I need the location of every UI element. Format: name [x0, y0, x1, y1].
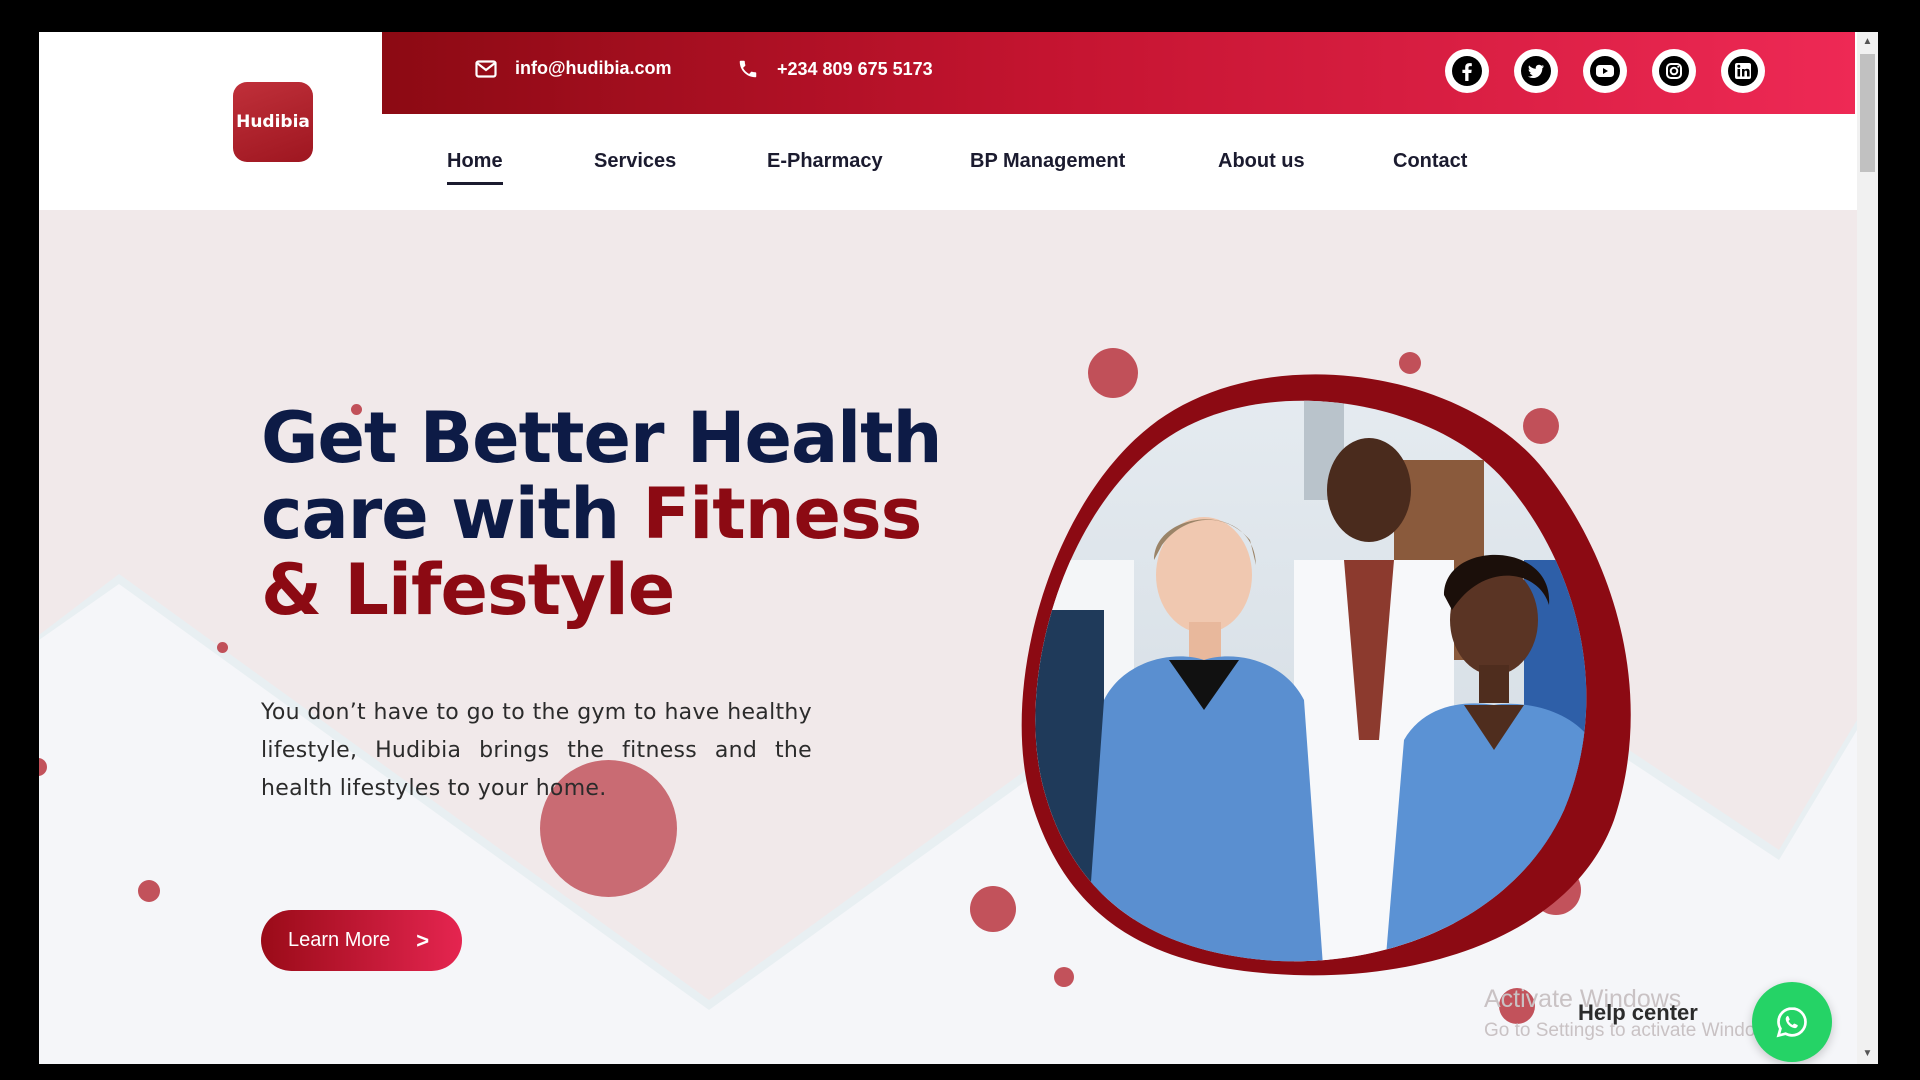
phone-text: +234 809 675 5173 [777, 58, 933, 79]
youtube-link[interactable] [1583, 49, 1627, 93]
linkedin-icon [1728, 56, 1758, 86]
browser-viewport: Hudibia info@hudibia.com +234 809 675 51… [39, 32, 1878, 1064]
decor-dot [138, 880, 160, 902]
phone-icon [739, 60, 757, 78]
whatsapp-chat-button[interactable] [1752, 982, 1832, 1062]
headline-line-1: Get Better Health [261, 397, 942, 479]
hero-section: Get Better Health care with Fitness & Li… [39, 210, 1857, 1064]
scroll-down-arrow-icon[interactable]: ▼ [1857, 1044, 1878, 1064]
hero-image-frame [964, 360, 1694, 985]
linkedin-link[interactable] [1721, 49, 1765, 93]
logo-text: Hudibia [236, 112, 310, 132]
chevron-right-icon: > [416, 927, 430, 953]
instagram-icon [1659, 56, 1689, 86]
headline-line-2: care with Fitness [261, 476, 941, 552]
headline-accent: Fitness [642, 473, 922, 555]
whatsapp-icon [1776, 1007, 1807, 1038]
learn-more-button[interactable]: Learn More > [261, 910, 462, 971]
vertical-scrollbar[interactable]: ▲ ▼ [1857, 32, 1878, 1064]
nav-home[interactable]: Home [447, 150, 503, 185]
nav-contact[interactable]: Contact [1393, 150, 1467, 173]
instagram-link[interactable] [1652, 49, 1696, 93]
nav-services[interactable]: Services [594, 150, 676, 173]
hero-headline: Get Better Health care with Fitness & Li… [261, 397, 942, 631]
learn-more-label: Learn More [288, 929, 391, 951]
nav-e-pharmacy[interactable]: E-Pharmacy [767, 150, 883, 173]
headline-line-3: & Lifestyle [261, 549, 675, 631]
nav-about-us[interactable]: About us [1218, 150, 1305, 173]
hero-image [1021, 374, 1631, 976]
hudibia-logo[interactable]: Hudibia [233, 82, 313, 162]
hero-description: You don’t have to go to the gym to have … [261, 700, 812, 801]
twitter-icon [1521, 56, 1551, 86]
decor-dot [217, 642, 228, 653]
scroll-up-arrow-icon[interactable]: ▲ [1857, 32, 1878, 52]
envelope-icon [475, 59, 497, 78]
youtube-icon [1590, 56, 1620, 86]
top-contact-bar: info@hudibia.com +234 809 675 5173 [382, 32, 1855, 114]
email-text: info@hudibia.com [515, 58, 672, 78]
scrollbar-thumb[interactable] [1860, 54, 1875, 172]
phone-link[interactable]: +234 809 675 5173 [737, 58, 933, 80]
facebook-icon [1452, 56, 1482, 86]
email-link[interactable]: info@hudibia.com [475, 58, 672, 79]
nav-bp-management[interactable]: BP Management [970, 150, 1125, 173]
facebook-link[interactable] [1445, 49, 1489, 93]
help-center-label[interactable]: Help center [1578, 1000, 1698, 1026]
twitter-link[interactable] [1514, 49, 1558, 93]
headline-plain: care with [261, 473, 643, 555]
